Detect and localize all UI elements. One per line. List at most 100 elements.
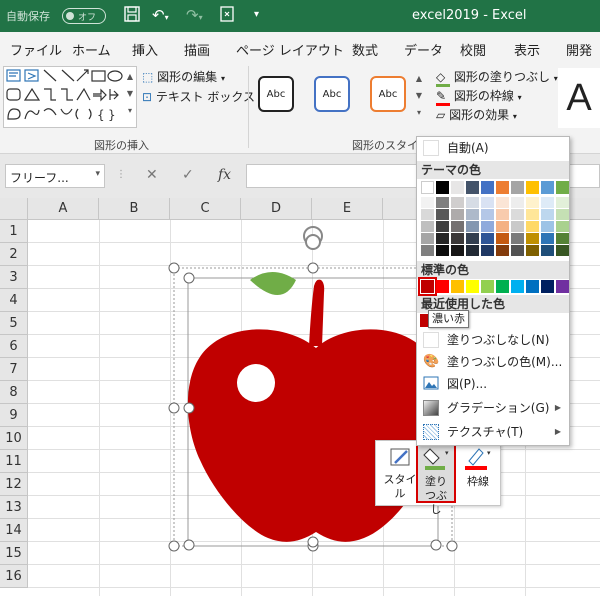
rotation-handle[interactable] (303, 226, 323, 250)
theme-color-swatch[interactable] (466, 197, 479, 208)
theme-color-swatch[interactable] (466, 209, 479, 220)
tab-data[interactable]: データ (404, 40, 443, 59)
standard-color-swatch[interactable] (418, 277, 437, 296)
theme-color-swatch[interactable] (526, 181, 539, 194)
standard-color-swatch[interactable] (436, 280, 449, 293)
theme-color-swatch[interactable] (481, 221, 494, 232)
theme-color-swatch[interactable] (556, 245, 569, 256)
theme-color-swatch[interactable] (451, 221, 464, 232)
enter-icon[interactable]: ✓ (182, 167, 194, 183)
theme-color-swatch[interactable] (436, 233, 449, 244)
theme-color-swatch[interactable] (496, 197, 509, 208)
theme-color-swatch[interactable] (451, 181, 464, 194)
theme-color-swatch[interactable] (556, 197, 569, 208)
tab-draw[interactable]: 描画 (184, 40, 210, 59)
theme-color-swatch[interactable] (436, 209, 449, 220)
theme-color-swatch[interactable] (496, 181, 509, 194)
gradient-fill-option[interactable]: グラデーション(G) ▶ (417, 397, 569, 419)
shape-fill-button[interactable]: ◇ 図形の塗りつぶし ▾ (436, 68, 558, 87)
standard-color-swatch[interactable] (451, 280, 464, 293)
theme-color-swatch[interactable] (466, 245, 479, 256)
shape-effects-button[interactable]: ▱ 図形の効果 ▾ (436, 106, 517, 123)
standard-color-swatch[interactable] (466, 280, 479, 293)
theme-color-swatch[interactable] (421, 197, 434, 208)
theme-color-swatch[interactable] (511, 233, 524, 244)
shape-outline-button[interactable]: ✎ 図形の枠線 ▾ (436, 87, 522, 106)
picture-fill-option[interactable]: 図(P)... (417, 373, 569, 395)
shape-style-blue[interactable]: Abc (314, 76, 350, 112)
tab-insert[interactable]: 挿入 (132, 40, 158, 59)
theme-color-swatch[interactable] (496, 209, 509, 220)
theme-color-swatch[interactable] (556, 209, 569, 220)
mini-outline-button[interactable]: ▾ 枠線 (460, 445, 496, 489)
tab-review[interactable]: 校閲 (460, 40, 486, 59)
theme-color-swatch[interactable] (466, 221, 479, 232)
shape-style-black[interactable]: Abc (258, 76, 294, 112)
theme-color-swatch[interactable] (511, 209, 524, 220)
tab-view[interactable]: 表示 (514, 40, 540, 59)
theme-color-swatch[interactable] (436, 197, 449, 208)
tab-home[interactable]: ホーム (72, 40, 111, 59)
theme-color-swatch[interactable] (556, 233, 569, 244)
theme-color-swatch[interactable] (481, 245, 494, 256)
theme-color-swatch[interactable] (436, 221, 449, 232)
theme-color-swatch[interactable] (466, 233, 479, 244)
standard-color-swatch[interactable] (556, 280, 569, 293)
theme-color-swatch[interactable] (481, 197, 494, 208)
standard-color-swatch[interactable] (496, 280, 509, 293)
standard-color-swatch[interactable] (481, 280, 494, 293)
theme-color-swatch[interactable] (436, 181, 449, 194)
tab-page-layout[interactable]: ページ レイアウト (236, 40, 344, 59)
no-fill-option[interactable]: 塗りつぶしなし(N) (417, 329, 569, 351)
theme-color-swatch[interactable] (541, 181, 554, 194)
theme-color-swatch[interactable] (421, 233, 434, 244)
tab-formulas[interactable]: 数式 (352, 40, 378, 59)
theme-color-swatch[interactable] (541, 197, 554, 208)
theme-color-swatch[interactable] (496, 245, 509, 256)
standard-color-swatch[interactable] (541, 280, 554, 293)
theme-color-swatch[interactable] (526, 197, 539, 208)
theme-color-swatch[interactable] (541, 233, 554, 244)
undo-icon[interactable]: ↶▾ (152, 6, 169, 24)
styles-gallery-scroll[interactable]: ▲ ▼ ▾ (412, 70, 426, 122)
theme-color-swatch[interactable] (436, 245, 449, 256)
theme-color-swatch[interactable] (511, 245, 524, 256)
texture-fill-option[interactable]: テクスチャ(T) ▶ (417, 421, 569, 443)
theme-color-swatch[interactable] (511, 221, 524, 232)
autosave-toggle[interactable]: オフ (62, 8, 106, 24)
standard-color-swatch[interactable] (526, 280, 539, 293)
theme-color-swatch[interactable] (511, 181, 524, 194)
theme-color-swatch[interactable] (526, 209, 539, 220)
theme-color-swatch[interactable] (481, 233, 494, 244)
shape-style-orange[interactable]: Abc (370, 76, 406, 112)
mini-fill-button[interactable]: ▾ 塗りつぶし (416, 443, 456, 516)
theme-color-swatch[interactable] (421, 221, 434, 232)
redo-icon[interactable]: ↷▾ (186, 6, 203, 24)
theme-color-swatch[interactable] (481, 181, 494, 194)
theme-color-swatch[interactable] (421, 181, 434, 194)
theme-color-swatch[interactable] (511, 197, 524, 208)
theme-color-swatch[interactable] (526, 245, 539, 256)
theme-color-swatch[interactable] (421, 209, 434, 220)
theme-color-swatch[interactable] (541, 209, 554, 220)
theme-color-swatch[interactable] (451, 197, 464, 208)
save-icon[interactable] (124, 6, 140, 26)
theme-color-swatch[interactable] (481, 209, 494, 220)
wordart-style-sample[interactable]: A (558, 68, 600, 128)
theme-color-swatch[interactable] (451, 209, 464, 220)
text-box-button[interactable]: ⊡ テキスト ボックス ▾ (142, 88, 263, 105)
cancel-icon[interactable]: ✕ (146, 167, 158, 183)
theme-color-swatch[interactable] (541, 245, 554, 256)
theme-color-swatch[interactable] (541, 221, 554, 232)
customize-qat-icon[interactable]: ▾ (254, 9, 259, 20)
theme-color-swatch[interactable] (421, 245, 434, 256)
theme-color-swatch[interactable] (466, 181, 479, 194)
chevron-down-icon[interactable]: ▾ (95, 169, 100, 179)
name-box[interactable]: フリーフ... ▾ (5, 164, 105, 188)
shapes-gallery-scroll[interactable]: ▲ ▼ ▾ (123, 68, 137, 120)
theme-color-swatch[interactable] (556, 181, 569, 194)
shapes-gallery[interactable]: {} (3, 66, 137, 128)
theme-color-swatch[interactable] (526, 221, 539, 232)
auto-fill-option[interactable]: 自動(A) (417, 137, 569, 159)
insert-function-icon[interactable]: fx (218, 167, 231, 183)
